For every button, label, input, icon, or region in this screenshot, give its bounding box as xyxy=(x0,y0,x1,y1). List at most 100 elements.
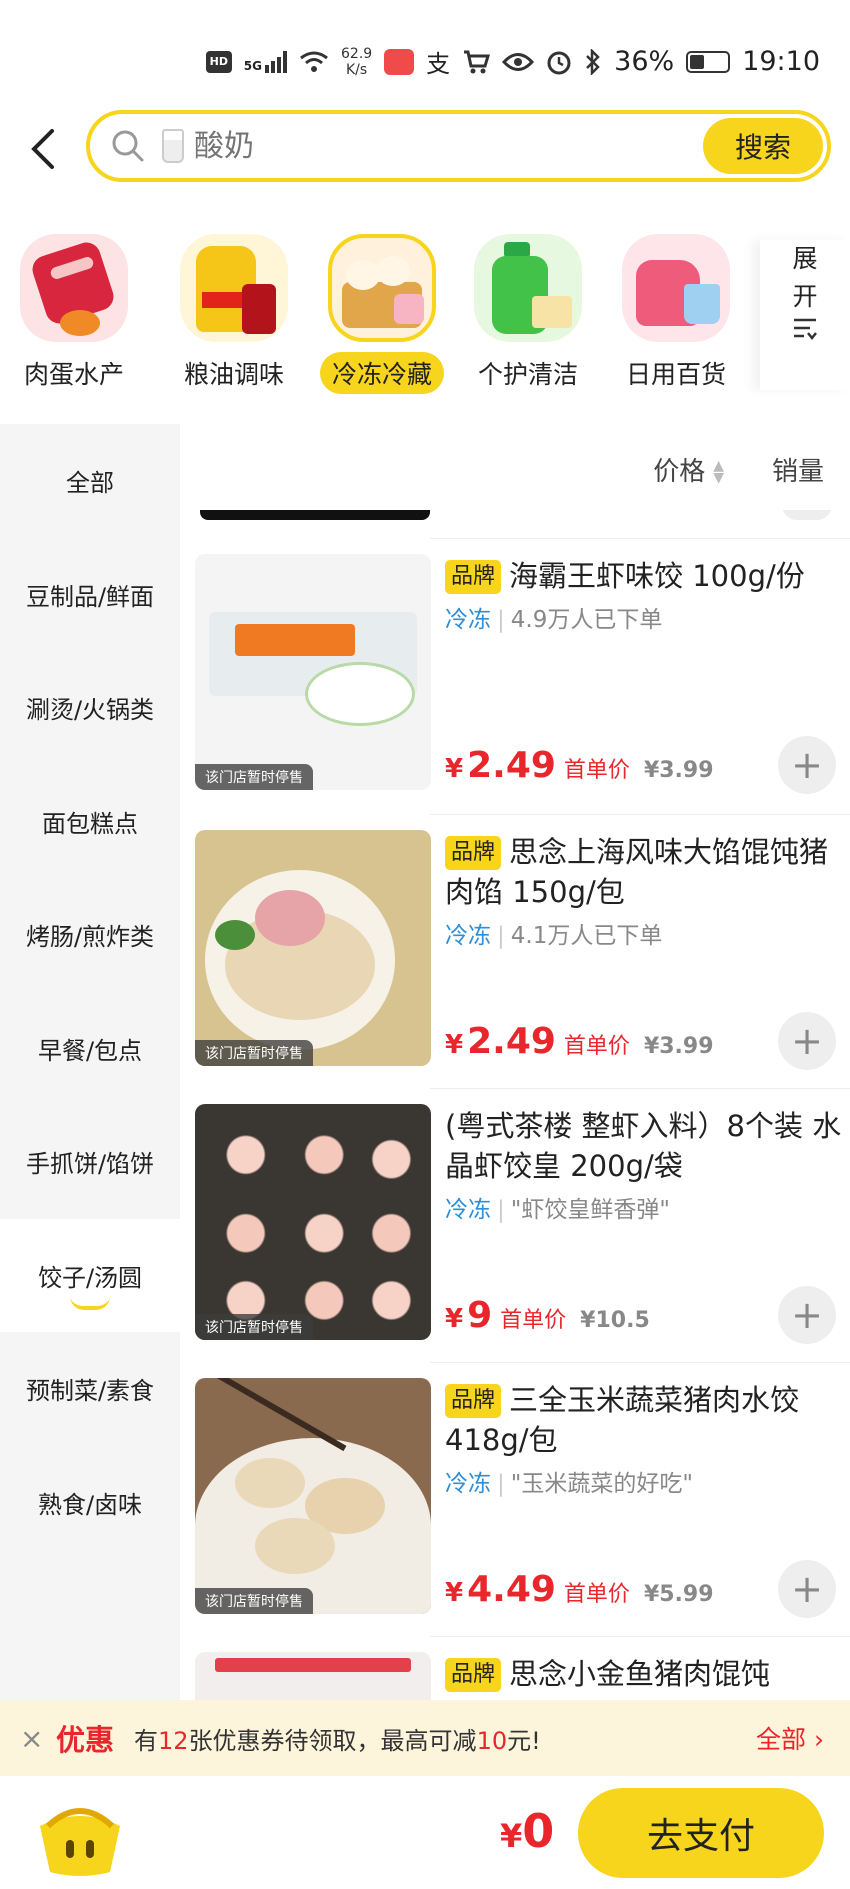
product-card[interactable]: 品牌 思念小金鱼猪肉馄饨 xyxy=(195,1652,850,1700)
sort-price-button[interactable]: 价格 ▲ ▼ xyxy=(653,451,724,488)
sort-sales-button[interactable]: 销量 xyxy=(772,451,824,488)
add-to-cart-button[interactable]: + xyxy=(778,1012,836,1070)
previous-add-button-edge xyxy=(782,510,832,520)
checkout-bar: ¥0 去支付 xyxy=(0,1776,850,1889)
sidebar-item-all[interactable]: 全部 xyxy=(0,424,180,538)
sidebar-item-breakfast[interactable]: 早餐/包点 xyxy=(0,992,180,1106)
hd-icon: HD xyxy=(205,50,232,73)
add-to-cart-button[interactable]: + xyxy=(778,1286,836,1344)
divider xyxy=(430,814,850,815)
product-image: 该门店暂时停售 xyxy=(195,554,431,790)
wifi-icon xyxy=(300,51,328,72)
battery-icon xyxy=(686,50,731,73)
soap-image xyxy=(474,234,582,342)
battery-percent: 36% xyxy=(614,46,675,77)
product-image: 该门店暂时停售 xyxy=(195,1104,431,1340)
sidebar: 全部 豆制品/鲜面 涮烫/火锅类 面包糕点 烤肠/煎炸类 早餐/包点 手抓饼/馅… xyxy=(0,424,180,1704)
bluetooth-icon xyxy=(586,48,600,75)
sidebar-item-bakery[interactable]: 面包糕点 xyxy=(0,765,180,879)
category-daily-goods[interactable]: 日用百货 xyxy=(606,234,746,394)
price: ¥4.49 首单价 ¥5.99 xyxy=(445,1569,714,1610)
divider xyxy=(430,1088,850,1089)
product-card[interactable]: 该门店暂时停售 品牌 海霸王虾味饺 100g/份 冷冻 | 4.9万人已下单 ¥2.4… xyxy=(195,554,850,794)
alipay-icon: 支 xyxy=(426,50,451,78)
coupon-text: 有12张优惠券待领取，最高可减10元! xyxy=(134,1726,541,1755)
chevron-left-icon xyxy=(31,129,54,169)
sidebar-item-hotpot[interactable]: 涮烫/火锅类 xyxy=(0,651,180,765)
category-meat[interactable]: 肉蛋水产 xyxy=(4,234,144,394)
sidebar-item-pancake[interactable]: 手抓饼/馅饼 xyxy=(0,1105,180,1219)
price: ¥2.49 首单价 ¥3.99 xyxy=(445,745,714,786)
kettle-image xyxy=(622,234,730,342)
coupon-title: 优惠 xyxy=(56,1723,115,1757)
expand-categories-button[interactable]: 展 开 xyxy=(760,240,850,390)
frozen-tag: 冷冻 xyxy=(445,607,491,633)
product-image: 该门店暂时停售 xyxy=(195,830,431,1066)
sidebar-item-prepared[interactable]: 预制菜/素食 xyxy=(0,1332,180,1446)
frozen-tag: 冷冻 xyxy=(445,1471,491,1497)
sidebar-item-dumplings[interactable]: 饺子/汤圆 xyxy=(0,1218,180,1332)
product-title: 思念小金鱼猪肉馄饨 xyxy=(509,1657,771,1691)
add-to-cart-button[interactable]: + xyxy=(778,736,836,794)
frozen-tag: 冷冻 xyxy=(445,1197,491,1223)
coupon-banner[interactable]: × 优惠 有12张优惠券待领取，最高可减10元! 全部 › xyxy=(0,1700,850,1776)
eye-icon xyxy=(502,52,535,71)
product-image: 该门店暂时停售 xyxy=(195,1378,431,1614)
divider xyxy=(430,538,850,539)
product-title: 思念上海风味大馅馄饨猪肉馅 150g/包 xyxy=(445,835,829,909)
menu-expand-icon xyxy=(794,318,817,340)
product-card[interactable]: 该门店暂时停售 (粤式茶楼 整虾入料）8个装 水晶虾饺皇 200g/袋 冷冻 | "… xyxy=(195,1104,850,1344)
status-bar: HD 5G 62.9 K/s 支 36% 19:10 xyxy=(0,0,850,110)
product-card[interactable]: 该门店暂时停售 品牌 思念上海风味大馅馄饨猪肉馅 150g/包 冷冻 | 4.1万人已… xyxy=(195,830,850,1070)
dumpling-image xyxy=(328,234,436,342)
yogurt-icon xyxy=(162,129,184,163)
product-image xyxy=(195,1652,431,1700)
category-row: 肉蛋水产 粮油调味 冷冻冷藏 个护清洁 日用百货 展 开 xyxy=(0,226,850,396)
product-card[interactable]: 该门店暂时停售 品牌 三全玉米蔬菜猪肉水饺 418g/包 冷冻 | "玉米蔬菜的好吃"… xyxy=(195,1378,850,1618)
signal-icon: 5G xyxy=(244,50,287,73)
search-input[interactable] xyxy=(194,128,703,164)
header: 搜索 xyxy=(0,110,850,190)
search-bar[interactable]: 搜索 xyxy=(86,110,831,182)
previous-item-edge xyxy=(200,510,430,520)
product-tag: 4.9万人已下单 xyxy=(510,607,663,633)
product-tag: "玉米蔬菜的好吃" xyxy=(510,1471,693,1497)
meat-image xyxy=(20,234,128,342)
net-speed: 62.9 K/s xyxy=(341,45,373,78)
brand-badge: 品牌 xyxy=(445,560,502,594)
oil-image xyxy=(180,234,288,342)
close-icon[interactable]: × xyxy=(20,1722,56,1755)
sidebar-item-deli[interactable]: 熟食/卤味 xyxy=(0,1446,180,1560)
product-list: 该门店暂时停售 品牌 海霸王虾味饺 100g/份 冷冻 | 4.9万人已下单 ¥2.4… xyxy=(180,510,850,1700)
brand-badge: 品牌 xyxy=(445,836,502,870)
price: ¥9 首单价 ¥10.5 xyxy=(445,1295,650,1336)
basket-icon[interactable] xyxy=(30,1796,130,1878)
divider xyxy=(430,1636,850,1637)
category-personal-care[interactable]: 个护清洁 xyxy=(458,234,598,394)
back-button[interactable] xyxy=(18,124,68,174)
divider xyxy=(430,1362,850,1363)
cart-total: ¥0 xyxy=(500,1804,555,1858)
category-grain-oil[interactable]: 粮油调味 xyxy=(164,234,304,394)
product-tag: 4.1万人已下单 xyxy=(510,923,663,949)
coupon-all-link[interactable]: 全部 › xyxy=(756,1720,824,1756)
product-tag: "虾饺皇鲜香弹" xyxy=(510,1197,670,1223)
add-to-cart-button[interactable]: + xyxy=(778,1560,836,1618)
app-notification-icon xyxy=(384,48,415,75)
clock: 19:10 xyxy=(742,46,820,77)
category-frozen[interactable]: 冷冻冷藏 xyxy=(312,234,452,394)
cart-notification-icon xyxy=(464,50,491,73)
brand-badge: 品牌 xyxy=(445,1384,502,1418)
price: ¥2.49 首单价 ¥3.99 xyxy=(445,1021,714,1062)
sort-arrows-icon: ▲ ▼ xyxy=(713,458,724,486)
product-title: 海霸王虾味饺 100g/份 xyxy=(509,559,805,593)
sidebar-item-tofu-noodles[interactable]: 豆制品/鲜面 xyxy=(0,538,180,652)
brand-badge: 品牌 xyxy=(445,1658,502,1692)
search-button[interactable]: 搜索 xyxy=(703,118,823,174)
alarm-icon xyxy=(547,51,571,74)
sidebar-item-sausage[interactable]: 烤肠/煎炸类 xyxy=(0,878,180,992)
product-title: (粤式茶楼 整虾入料）8个装 水晶虾饺皇 200g/袋 xyxy=(445,1109,842,1183)
search-icon xyxy=(112,130,144,162)
checkout-button[interactable]: 去支付 xyxy=(578,1788,824,1878)
sort-bar: 价格 ▲ ▼ 销量 xyxy=(180,424,850,514)
